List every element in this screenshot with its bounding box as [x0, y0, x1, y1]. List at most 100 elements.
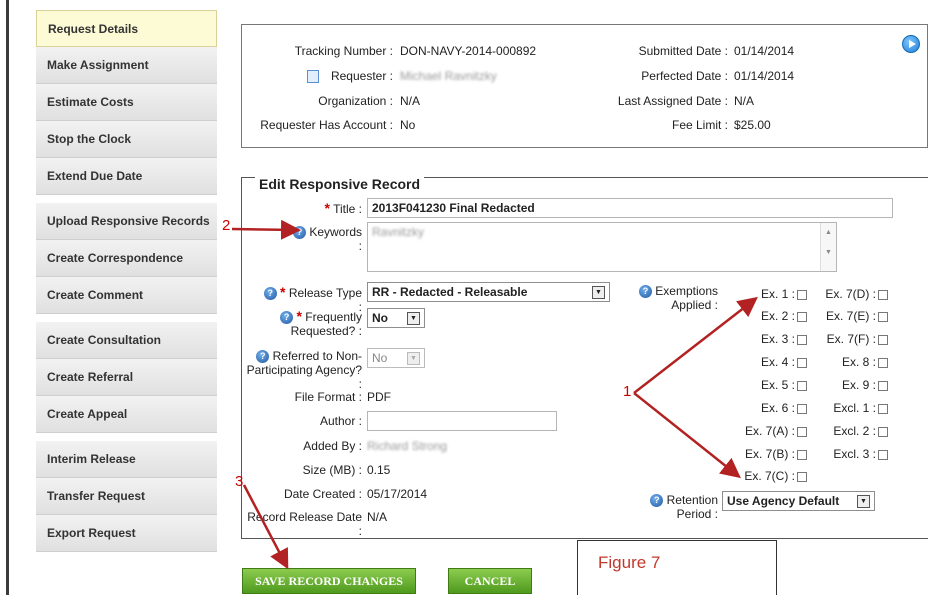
author-label: Author :	[319, 414, 362, 428]
required-star-icon: *	[280, 284, 286, 300]
fee-limit-value: $25.00	[734, 118, 771, 132]
exemption-ex7e: Ex. 7(E) :	[808, 309, 888, 323]
retention-label-line1: Retention	[666, 493, 718, 507]
sidebar-gap	[36, 433, 217, 441]
sidebar-item-request-details[interactable]: Request Details	[36, 10, 217, 47]
sidebar-item-stop-clock[interactable]: Stop the Clock	[36, 121, 217, 158]
sidebar-item-label: Estimate Costs	[47, 95, 134, 109]
exemption-excl3: Excl. 3 :	[808, 447, 888, 461]
exemption-label: Ex. 7(F) :	[826, 332, 876, 346]
file-format-value: PDF	[367, 390, 391, 404]
tracking-number-value: DON-NAVY-2014-000892	[400, 44, 537, 58]
exemption-ex7b: Ex. 7(B) :	[730, 447, 807, 461]
sidebar-item-create-appeal[interactable]: Create Appeal	[36, 396, 217, 433]
exemption-checkbox[interactable]	[797, 403, 807, 414]
sidebar-item-create-consultation[interactable]: Create Consultation	[36, 322, 217, 359]
left-border	[0, 0, 9, 595]
help-icon[interactable]: ?	[280, 311, 294, 325]
added-by-value: Richard Strong	[367, 439, 448, 453]
chevron-down-icon: ▼	[857, 494, 870, 508]
exemption-label: Ex. 6 :	[760, 401, 795, 415]
help-icon[interactable]: ?	[263, 287, 277, 301]
chevron-down-icon: ▼	[407, 351, 420, 365]
sidebar-item-transfer-request[interactable]: Transfer Request	[36, 478, 217, 515]
exemption-checkbox[interactable]	[878, 289, 888, 300]
sidebar-item-upload-records[interactable]: Upload Responsive Records	[36, 203, 217, 240]
exemption-excl2: Excl. 2 :	[808, 424, 888, 438]
edit-record-legend: Edit Responsive Record	[255, 176, 425, 192]
sidebar-item-label: Make Assignment	[47, 58, 149, 72]
exemption-checkbox[interactable]	[797, 289, 807, 300]
perfected-date-label: Perfected Date :	[641, 69, 728, 83]
exemption-ex9: Ex. 9 :	[808, 378, 888, 392]
release-type-select[interactable]: RR - Redacted - Releasable ▼	[367, 282, 610, 302]
exemption-checkbox[interactable]	[878, 426, 888, 437]
exemption-checkbox[interactable]	[878, 357, 888, 368]
keywords-textarea[interactable]: Ravnitzky ▲ ▼	[367, 222, 837, 272]
sidebar-item-interim-release[interactable]: Interim Release	[36, 441, 217, 478]
sidebar-item-label: Create Appeal	[47, 407, 128, 421]
referred-select[interactable]: No ▼	[367, 348, 425, 368]
exemption-checkbox[interactable]	[878, 449, 888, 460]
requester-value[interactable]: Michael Ravnitzky	[400, 69, 497, 83]
action-sidebar: Request Details Make Assignment Estimate…	[36, 10, 217, 552]
help-icon[interactable]: ?	[638, 285, 652, 299]
file-format-label: File Format :	[294, 390, 362, 404]
chevron-down-icon: ▼	[592, 285, 605, 299]
title-input[interactable]: 2013F041230 Final Redacted	[367, 198, 893, 218]
exemption-checkbox[interactable]	[797, 471, 807, 482]
copy-icon[interactable]	[306, 70, 319, 84]
exemption-checkbox[interactable]	[878, 380, 888, 391]
sidebar-item-estimate-costs[interactable]: Estimate Costs	[36, 84, 217, 121]
exemption-checkbox[interactable]	[797, 449, 807, 460]
sidebar-item-label: Create Referral	[47, 370, 134, 384]
help-icon[interactable]: ?	[256, 350, 270, 364]
exemption-excl1: Excl. 1 :	[808, 401, 888, 415]
author-input[interactable]	[367, 411, 557, 431]
left-border-stripe	[6, 0, 9, 595]
sidebar-item-create-referral[interactable]: Create Referral	[36, 359, 217, 396]
sidebar-item-label: Create Consultation	[47, 333, 162, 347]
exemption-checkbox[interactable]	[797, 334, 807, 345]
exemption-ex7f: Ex. 7(F) :	[808, 332, 888, 346]
help-icon[interactable]: ?	[650, 494, 664, 508]
last-assigned-label: Last Assigned Date :	[617, 94, 728, 108]
retention-period-select[interactable]: Use Agency Default ▼	[722, 491, 875, 511]
exemption-ex4: Ex. 4 :	[730, 355, 807, 369]
exemption-checkbox[interactable]	[878, 334, 888, 345]
last-assigned-value: N/A	[734, 94, 755, 108]
sidebar-item-make-assignment[interactable]: Make Assignment	[36, 47, 217, 84]
exemption-label: Ex. 7(E) :	[825, 309, 876, 323]
exemption-label: Ex. 4 :	[760, 355, 795, 369]
cancel-button[interactable]: CANCEL	[448, 568, 532, 594]
exemption-label: Ex. 2 :	[760, 309, 795, 323]
exemption-checkbox[interactable]	[797, 426, 807, 437]
referred-value: No	[372, 351, 388, 365]
frequently-requested-label: ? * Frequently Requested? :	[280, 309, 362, 338]
exemption-ex1: Ex. 1 :	[730, 287, 807, 301]
exemption-checkbox[interactable]	[878, 311, 888, 322]
textarea-scrollbar[interactable]: ▲ ▼	[820, 223, 836, 271]
exemption-checkbox[interactable]	[797, 311, 807, 322]
help-icon[interactable]: ?	[292, 226, 306, 240]
sidebar-gap	[36, 314, 217, 322]
keywords-label: ? Keywords :	[290, 225, 362, 253]
exemption-label: Ex. 5 :	[760, 378, 795, 392]
perfected-date-value: 01/14/2014	[734, 69, 795, 83]
sidebar-item-create-correspondence[interactable]: Create Correspondence	[36, 240, 217, 277]
exemption-checkbox[interactable]	[878, 403, 888, 414]
sidebar-item-extend-due-date[interactable]: Extend Due Date	[36, 158, 217, 195]
exemption-checkbox[interactable]	[797, 380, 807, 391]
exemption-ex8: Ex. 8 :	[808, 355, 888, 369]
title-label: * Title :	[300, 201, 362, 216]
sidebar-item-export-request[interactable]: Export Request	[36, 515, 217, 552]
frequently-requested-select[interactable]: No ▼	[367, 308, 425, 328]
exemptions-label-line2: Applied :	[671, 298, 718, 313]
sidebar-item-create-comment[interactable]: Create Comment	[36, 277, 217, 314]
save-record-changes-button[interactable]: SAVE RECORD CHANGES	[242, 568, 416, 594]
exemption-checkbox[interactable]	[797, 357, 807, 368]
freq-value: No	[372, 311, 388, 325]
next-arrow-icon[interactable]	[902, 35, 920, 53]
size-value: 0.15	[367, 463, 391, 477]
exemption-label: Ex. 7(A) :	[744, 424, 795, 438]
